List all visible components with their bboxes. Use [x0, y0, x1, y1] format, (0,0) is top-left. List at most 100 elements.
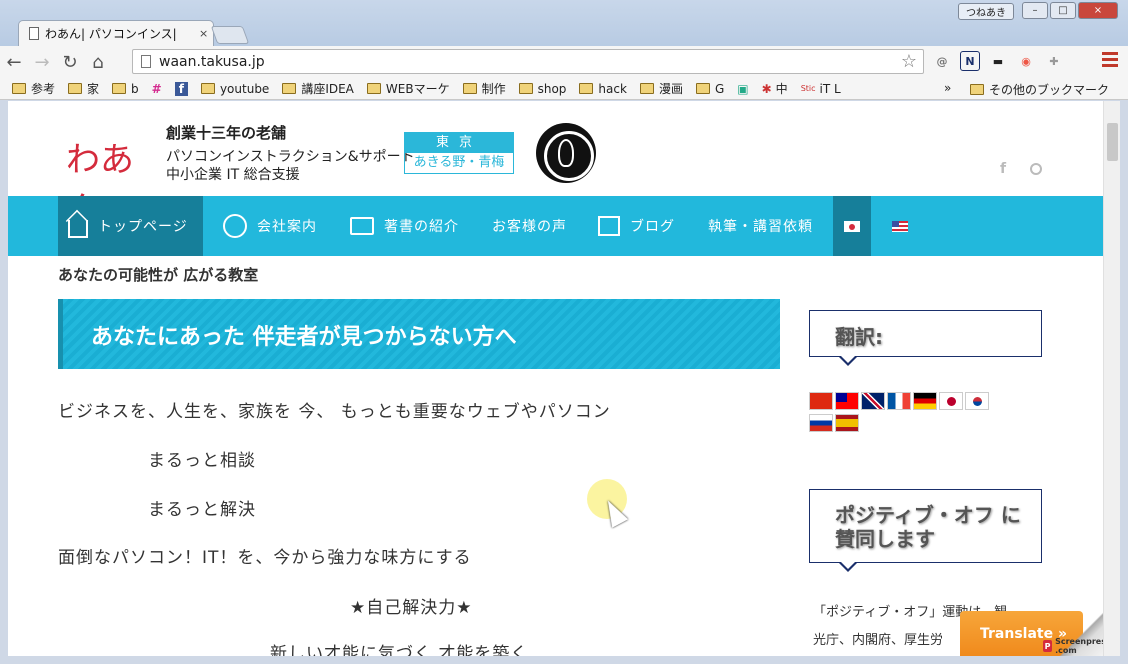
profile-button[interactable]: つねあき: [958, 3, 1014, 20]
site-nav: トップページ 会社案内 著書の紹介 お客様の声 ブログ 執筆・講習依頼: [8, 196, 1103, 256]
color-wheel-extension-icon[interactable]: ◉: [1016, 51, 1036, 71]
folder-icon: [695, 83, 710, 94]
page-icon: [29, 27, 39, 40]
page-icon: [141, 55, 151, 68]
site-logo[interactable]: わあん: [66, 122, 136, 229]
at-extension-icon[interactable]: @: [932, 51, 952, 71]
puzzle-extension-icon[interactable]: ✚: [1044, 51, 1064, 71]
germany-flag-icon[interactable]: [913, 392, 937, 410]
body-paragraph: まるっと相談: [148, 451, 256, 471]
bookmark-folder[interactable]: G: [695, 82, 724, 96]
browser-tab[interactable]: わあん| パソコンインス| ×: [18, 20, 214, 46]
location-badge: 東京 あきる野・青梅: [404, 132, 514, 174]
nav-top-page[interactable]: トップページ: [58, 196, 203, 256]
bookmark-folder[interactable]: Stic iT L: [801, 82, 841, 96]
bookmark-app[interactable]: ▣: [737, 82, 748, 96]
tagline-support: 中小企業 IT 総合支援: [166, 167, 300, 183]
site-subtitle: あなたの可能性が 広がる教室: [58, 266, 259, 284]
folder-icon: [970, 84, 984, 95]
bookmark-slack[interactable]: #: [152, 82, 162, 96]
body-paragraph: ビジネスを、人生を、家族を 今、 もっとも重要なウェブやパソコン: [58, 402, 611, 422]
body-paragraph: 面倒なパソコン！IT！を、今から強力な味方にする: [58, 548, 472, 568]
minimize-button[interactable]: –: [1022, 2, 1048, 19]
nav-lang-japanese[interactable]: [833, 196, 871, 256]
maximize-button[interactable]: □: [1050, 2, 1076, 19]
russia-flag-icon[interactable]: [809, 414, 833, 432]
window-titlebar: わあん| パソコンインス| × つねあき – □ ×: [0, 0, 1128, 46]
korea-flag-icon[interactable]: [965, 392, 989, 410]
n-extension-icon[interactable]: N: [960, 51, 980, 71]
folder-icon: [282, 83, 297, 94]
nav-requests[interactable]: 執筆・講習依頼: [708, 196, 813, 256]
vertical-scrollbar[interactable]: [1103, 101, 1120, 656]
extension-icons: @ N ▬ ◉ ✚: [932, 51, 1064, 71]
bookmark-folder[interactable]: 講座IDEA: [282, 80, 354, 97]
address-bar[interactable]: waan.takusa.jp ☆: [132, 49, 924, 74]
window-controls: – □ ×: [1022, 2, 1118, 19]
person-icon: ✱: [761, 81, 772, 96]
facebook-icon: f: [174, 81, 188, 96]
folder-icon: [366, 83, 381, 94]
other-bookmarks-folder[interactable]: その他のブックマーク: [970, 81, 1109, 98]
browser-toolbar: ← → ↻ ⌂ waan.takusa.jp ☆ @ N ▬ ◉ ✚: [0, 46, 1128, 78]
nav-lang-english[interactable]: [892, 196, 908, 256]
slack-icon: #: [151, 81, 162, 96]
mask-extension-icon[interactable]: ▬: [988, 51, 1008, 71]
body-paragraph: ★自己解決力★: [350, 598, 473, 618]
app-icon: ▣: [737, 81, 749, 96]
body-paragraph: 新しい才能に気づく 才能を築く: [270, 644, 529, 656]
bookmark-folder[interactable]: 制作: [462, 80, 506, 97]
bookmark-folder[interactable]: shop: [518, 82, 566, 96]
bookmarks-bar: 参考 家 b # f youtube 講座IDEA WEBマーケ 制作 shop…: [0, 78, 1128, 100]
nav-company[interactable]: 会社案内: [223, 196, 317, 256]
japan-flag-icon[interactable]: [939, 392, 963, 410]
folder-icon: [200, 83, 215, 94]
scrollbar-thumb[interactable]: [1107, 123, 1118, 161]
home-icon: [68, 220, 88, 238]
folder-icon: [462, 83, 477, 94]
china-flag-icon[interactable]: [809, 392, 833, 410]
back-button[interactable]: ←: [0, 48, 28, 76]
new-tab-button[interactable]: [210, 26, 250, 44]
bookmark-folder[interactable]: youtube: [200, 82, 269, 96]
tagline-heritage: 創業十三年の老舗: [166, 124, 287, 142]
bookmark-folder[interactable]: 家: [68, 80, 99, 97]
bookmark-folder[interactable]: WEBマーケ: [366, 80, 450, 97]
france-flag-icon[interactable]: [887, 392, 911, 410]
spain-flag-icon[interactable]: [835, 414, 859, 432]
bookmark-folder[interactable]: 参考: [12, 80, 55, 97]
positive-off-text: 光庁、内閣府、厚生労: [813, 633, 944, 648]
user-icon: [223, 214, 247, 238]
reload-button[interactable]: ↻: [56, 48, 84, 76]
bookmark-folder[interactable]: 漫画: [639, 80, 683, 97]
translate-widget: 翻訳:: [809, 310, 1042, 366]
bookmark-facebook[interactable]: f: [174, 81, 188, 96]
search-icon[interactable]: [1030, 163, 1042, 175]
headline-banner: あなたにあった 伴走者が見つからない方へ: [58, 299, 780, 369]
taiwan-flag-icon[interactable]: [835, 392, 859, 410]
bookmarks-overflow-chevron[interactable]: »: [944, 81, 951, 95]
gift-icon: [598, 216, 620, 236]
family-crest-logo: [536, 123, 596, 183]
page-viewport: わあん 創業十三年の老舗 パソコンインストラクション&サポート 中小企業 IT …: [8, 101, 1120, 656]
nav-books[interactable]: 著書の紹介: [350, 196, 459, 256]
browser-menu-icon[interactable]: [1102, 52, 1118, 70]
folder-icon: [12, 83, 26, 94]
nav-testimonials[interactable]: お客様の声: [492, 196, 567, 256]
language-flags: [809, 392, 989, 432]
nav-blog[interactable]: ブログ: [598, 196, 675, 256]
wallet-icon: [350, 217, 374, 235]
bookmark-star-icon[interactable]: ☆: [901, 51, 917, 72]
home-button[interactable]: ⌂: [84, 48, 112, 76]
bookmark-folder[interactable]: b: [112, 82, 139, 96]
screenpresso-icon: P: [1043, 640, 1053, 652]
close-tab-icon[interactable]: ×: [199, 27, 208, 40]
forward-button[interactable]: →: [28, 48, 56, 76]
uk-flag-icon[interactable]: [861, 392, 885, 410]
positive-off-title-line1: ポジティブ・オフ に: [835, 503, 1021, 527]
bookmark-folder[interactable]: ✱ 中: [762, 80, 788, 97]
location-city: 東京: [405, 133, 513, 153]
facebook-icon[interactable]: f: [1000, 161, 1006, 177]
close-window-button[interactable]: ×: [1078, 2, 1118, 19]
bookmark-folder[interactable]: hack: [579, 82, 627, 96]
